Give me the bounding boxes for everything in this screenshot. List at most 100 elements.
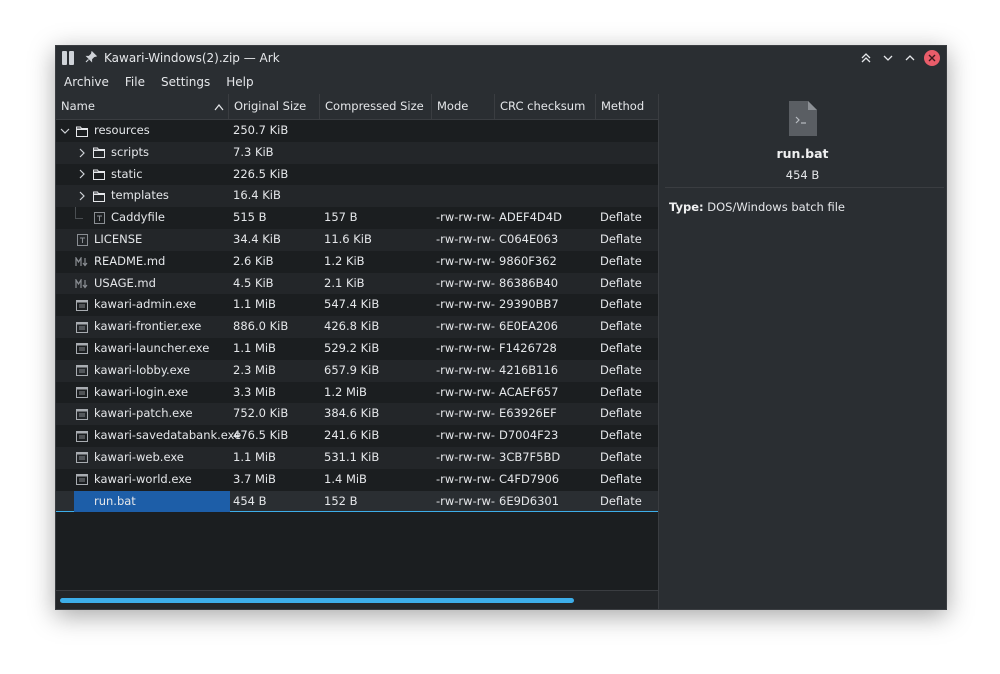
file-name: kawari-login.exe: [94, 384, 189, 399]
crc-checksum: 9860F362: [499, 253, 557, 268]
mode: -rw-rw-rw-: [436, 493, 495, 508]
method: Deflate: [600, 210, 642, 225]
table-row[interactable]: templates 16.4 KiB: [56, 185, 658, 208]
table-row[interactable]: kawari-world.exe 3.7 MiB 1.4 MiB -rw-rw-rw-…: [56, 469, 658, 491]
crc-checksum: F1426728: [499, 340, 557, 355]
tree-branch-line: [75, 207, 83, 220]
compressed-size: 384.6 KiB: [324, 406, 380, 421]
table-row[interactable]: kawari-savedatabank.exe 476.5 KiB 241.6 Ki…: [56, 425, 658, 447]
file-name: kawari-launcher.exe: [94, 340, 210, 355]
method: Deflate: [600, 471, 642, 486]
column-header-name-label: Name: [61, 99, 95, 113]
original-size: 4.5 KiB: [233, 275, 274, 290]
title-bar[interactable]: Kawari-Windows(2).zip — Ark: [56, 46, 946, 70]
column-header-row: Name Original Size Compressed Size Mode …: [56, 94, 658, 120]
close-icon: [924, 50, 940, 66]
horizontal-scrollbar[interactable]: [56, 590, 658, 609]
menu-file[interactable]: File: [117, 70, 153, 94]
method: Deflate: [600, 253, 642, 268]
table-row[interactable]: kawari-patch.exe 752.0 KiB 384.6 KiB -rw-rw…: [56, 403, 658, 426]
horizontal-scrollbar-thumb[interactable]: [60, 598, 574, 603]
compressed-size: 529.2 KiB: [324, 340, 380, 355]
mode: -rw-rw-rw-: [436, 449, 495, 464]
column-header-method[interactable]: Method: [596, 94, 658, 119]
executable-file-icon: [75, 386, 89, 400]
original-size: 7.3 KiB: [233, 144, 274, 159]
mode: -rw-rw-rw-: [436, 340, 495, 355]
expand-chevron-icon[interactable]: [76, 164, 88, 186]
menu-bar: Archive File Settings Help: [56, 70, 946, 94]
folder-icon: [75, 124, 89, 138]
table-row[interactable]: LICENSE 34.4 KiB 11.6 KiB -rw-rw-rw- C064E06…: [56, 228, 658, 251]
close-button[interactable]: [922, 48, 942, 68]
column-header-crc[interactable]: CRC checksum: [495, 94, 596, 119]
crc-checksum: 4216B116: [499, 362, 559, 377]
executable-file-icon: [75, 364, 89, 378]
table-row[interactable]: resources 250.7 KiB: [56, 120, 658, 142]
column-header-original-size[interactable]: Original Size: [229, 94, 320, 119]
table-row[interactable]: run.bat 454 B 152 B -rw-rw-rw- 6E9D6301 Defla…: [56, 490, 658, 513]
column-header-mode[interactable]: Mode: [432, 94, 495, 119]
original-size: 752.0 KiB: [233, 406, 289, 421]
table-row[interactable]: static 226.5 KiB: [56, 164, 658, 186]
table-row[interactable]: kawari-web.exe 1.1 MiB 531.1 KiB -rw-rw-rw-…: [56, 446, 658, 469]
file-name: LICENSE: [94, 231, 143, 246]
table-row[interactable]: kawari-login.exe 3.3 MiB 1.2 MiB -rw-rw-rw-…: [56, 382, 658, 404]
mode: -rw-rw-rw-: [436, 275, 495, 290]
table-row[interactable]: Caddyfile 515 B 157 B -rw-rw-rw- ADEF4D4D Def…: [56, 207, 658, 229]
crc-checksum: D7004F23: [499, 428, 559, 443]
menu-archive[interactable]: Archive: [56, 70, 117, 94]
ark-window: Kawari-Windows(2).zip — Ark Archive File…: [55, 45, 947, 610]
method: Deflate: [600, 428, 642, 443]
expand-chevron-icon[interactable]: [76, 142, 88, 164]
method: Deflate: [600, 319, 642, 334]
table-row[interactable]: kawari-admin.exe 1.1 MiB 547.4 KiB -rw-rw-r…: [56, 294, 658, 316]
file-name: resources: [94, 123, 150, 137]
crc-checksum: C4FD7906: [499, 471, 560, 486]
crc-checksum: 3CB7F5BD: [499, 449, 561, 464]
collapse-chevron-icon[interactable]: [59, 120, 71, 142]
executable-file-icon: [75, 429, 89, 443]
table-row[interactable]: kawari-frontier.exe 886.0 KiB 426.8 KiB -rw…: [56, 316, 658, 338]
compressed-size: 426.8 KiB: [324, 319, 380, 334]
table-row[interactable]: scripts 7.3 KiB: [56, 141, 658, 164]
original-size: 3.7 MiB: [233, 471, 276, 486]
original-size: 1.1 MiB: [233, 340, 276, 355]
executable-file-icon: [75, 473, 89, 487]
details-panel: run.bat 454 B Type: DOS/Windows batch fi…: [659, 94, 946, 609]
mode: -rw-rw-rw-: [436, 297, 495, 312]
file-name: kawari-patch.exe: [94, 406, 193, 421]
menu-help[interactable]: Help: [218, 70, 261, 94]
window-title: Kawari-Windows(2).zip — Ark: [104, 51, 280, 65]
original-size: 226.5 KiB: [233, 166, 289, 181]
table-row[interactable]: USAGE.md 4.5 KiB 2.1 KiB -rw-rw-rw- 86386B40…: [56, 272, 658, 295]
original-size: 250.7 KiB: [233, 123, 289, 137]
expand-chevron-icon[interactable]: [76, 185, 88, 207]
file-list: resources 250.7 KiB scripts 7.3 KiB static 22…: [56, 120, 658, 513]
crc-checksum: 6E0EA206: [499, 319, 558, 334]
menu-settings[interactable]: Settings: [153, 70, 218, 94]
mode: -rw-rw-rw-: [436, 406, 495, 421]
maximize-button[interactable]: [900, 48, 920, 68]
executable-file-icon: [75, 407, 89, 421]
table-row[interactable]: kawari-lobby.exe 2.3 MiB 657.9 KiB -rw-rw-r…: [56, 359, 658, 382]
original-size: 3.3 MiB: [233, 384, 276, 399]
ark-app-icon[interactable]: [62, 51, 76, 65]
column-header-name[interactable]: Name: [56, 94, 229, 119]
batch-file-icon: [789, 101, 817, 136]
mode: -rw-rw-rw-: [436, 319, 495, 334]
method: Deflate: [600, 449, 642, 464]
original-size: 515 B: [233, 210, 267, 225]
keep-above-button[interactable]: [856, 48, 876, 68]
mode: -rw-rw-rw-: [436, 362, 495, 377]
executable-file-icon: [75, 451, 89, 465]
table-row[interactable]: kawari-launcher.exe 1.1 MiB 529.2 KiB -rw-r…: [56, 338, 658, 360]
original-size: 2.6 KiB: [233, 253, 274, 268]
column-header-compressed-size[interactable]: Compressed Size: [320, 94, 432, 119]
table-row[interactable]: README.md 2.6 KiB 1.2 KiB -rw-rw-rw- 9860F36…: [56, 251, 658, 273]
archive-tree-view[interactable]: Name Original Size Compressed Size Mode …: [56, 94, 659, 609]
original-size: 16.4 KiB: [233, 188, 281, 203]
minimize-button[interactable]: [878, 48, 898, 68]
pin-icon[interactable]: [84, 50, 98, 65]
compressed-size: 152 B: [324, 493, 358, 508]
